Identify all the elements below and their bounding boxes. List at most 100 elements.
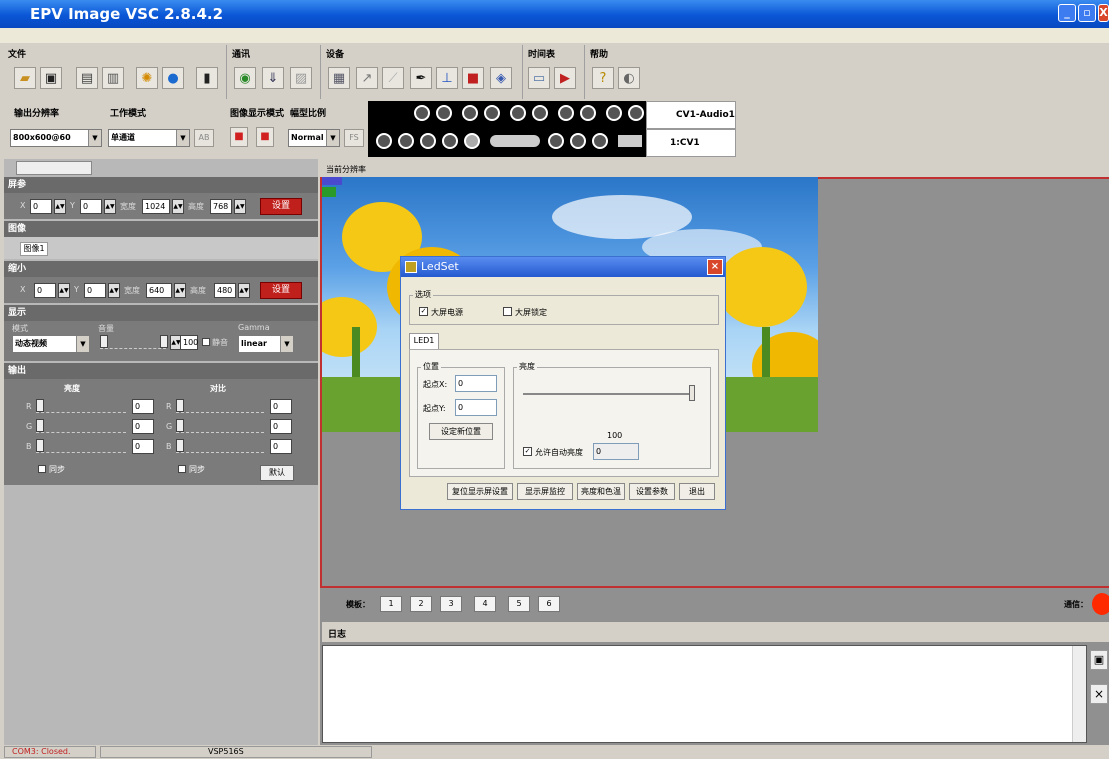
log-scrollbar[interactable]: [1072, 646, 1086, 742]
template-button-3[interactable]: 3: [440, 596, 462, 612]
contrast-sync-checkbox[interactable]: [178, 465, 186, 473]
open-icon[interactable]: ▰: [14, 67, 36, 89]
lock-checkbox[interactable]: [503, 307, 512, 316]
scale-width-input[interactable]: 640: [146, 283, 172, 298]
display-section-header: 显示: [4, 305, 318, 321]
gamma-select[interactable]: linear ▼: [238, 335, 294, 353]
screen-height-input[interactable]: 768: [210, 199, 232, 214]
image-tab-1[interactable]: 图像1: [20, 242, 48, 256]
pen-icon[interactable]: ✒: [410, 67, 432, 89]
work-mode-label: 工作模式: [110, 109, 147, 119]
save-log-icon[interactable]: ▣: [1090, 650, 1108, 670]
input-source-label: 1:CV1: [670, 138, 700, 148]
brightness-r-input[interactable]: 0: [132, 399, 154, 414]
connect-icon[interactable]: ◉: [234, 67, 256, 89]
tab-led1[interactable]: LED1: [409, 333, 439, 349]
display-mode-select[interactable]: 动态视频 ▼: [12, 335, 90, 353]
display-mode-b-icon[interactable]: ■: [256, 127, 274, 147]
save-icon[interactable]: ▣: [40, 67, 62, 89]
aspect-select[interactable]: Normal ▼: [288, 129, 340, 147]
template-button-1[interactable]: 1: [380, 596, 402, 612]
adjust-icon[interactable]: ↗: [356, 67, 378, 89]
scale-height-input[interactable]: 480: [214, 283, 236, 298]
reset-display-button[interactable]: 复位显示屏设置: [447, 483, 513, 500]
about-icon[interactable]: ◐: [618, 67, 640, 89]
minimize-button[interactable]: _: [1058, 4, 1076, 22]
mute-checkbox[interactable]: [202, 338, 210, 346]
screen-width-input[interactable]: 1024: [142, 199, 170, 214]
set-position-button[interactable]: 设定新位置: [429, 423, 493, 440]
source-strip: [368, 101, 646, 157]
default-button[interactable]: 默认: [260, 465, 294, 481]
set-params-button[interactable]: 设置参数: [629, 483, 675, 500]
log-textarea[interactable]: [322, 645, 1087, 743]
clear-log-icon[interactable]: ×: [1090, 684, 1108, 704]
template-button-4[interactable]: 4: [474, 596, 496, 612]
close-button[interactable]: X: [1098, 4, 1109, 22]
contrast-g-input[interactable]: 0: [270, 419, 292, 434]
color-icon[interactable]: ■: [462, 67, 484, 89]
scale-set-button[interactable]: 设置: [260, 282, 302, 299]
contrast-b-input[interactable]: 0: [270, 439, 292, 454]
schedule-icon[interactable]: ▭: [528, 67, 550, 89]
maximize-button[interactable]: ▫: [1078, 4, 1096, 22]
edit-icon[interactable]: ⟋: [382, 67, 404, 89]
start-y-input[interactable]: 0: [455, 399, 497, 416]
ledset-dialog: LedSet × 选项 ✓ 大屏电源 大屏锁定 LED1 位置 起点X: 0 起…: [400, 256, 726, 510]
work-mode-select[interactable]: 单通道 ▼: [108, 129, 190, 147]
exit-button[interactable]: 退出: [679, 483, 715, 500]
download-icon[interactable]: ⇓: [262, 67, 284, 89]
volume-input[interactable]: 100: [180, 335, 198, 350]
start-x-input[interactable]: 0: [455, 375, 497, 392]
title-bar: EPV Image VSC 2.8.4.2 _ ▫ X: [0, 0, 1109, 28]
power-checkbox[interactable]: ✓: [419, 307, 428, 316]
contrast-r-input[interactable]: 0: [270, 399, 292, 414]
thermometer-icon[interactable]: ⊥: [436, 67, 458, 89]
com-status: COM3: Closed.: [12, 747, 71, 756]
export-icon[interactable]: ▥: [102, 67, 124, 89]
audio-source-label: CV1-Audio1: [676, 110, 735, 120]
print-icon[interactable]: ▤: [76, 67, 98, 89]
ledset-app-icon: [405, 261, 417, 273]
screen-x-input[interactable]: 0: [30, 199, 52, 214]
scale-x-input[interactable]: 0: [34, 283, 56, 298]
status-bar: COM3: Closed. VSP516S: [0, 745, 1109, 759]
brightness-color-button[interactable]: 亮度和色温: [577, 483, 625, 500]
display-mode-label: 图像显示模式: [230, 109, 285, 119]
play-icon[interactable]: ▶: [554, 67, 576, 89]
image-section-header: 图像: [4, 221, 318, 237]
template-button-6[interactable]: 6: [538, 596, 560, 612]
template-button-5[interactable]: 5: [508, 596, 530, 612]
scale-y-input[interactable]: 0: [84, 283, 106, 298]
template-button-2[interactable]: 2: [410, 596, 432, 612]
processor-tab[interactable]: [16, 161, 92, 175]
current-resolution-label: 当前分辨率: [326, 165, 366, 174]
display-monitor-button[interactable]: 显示屏监控: [517, 483, 573, 500]
brightness-slider-track[interactable]: [523, 393, 693, 395]
upload-icon[interactable]: ▨: [290, 67, 312, 89]
settings-icon[interactable]: ✺: [136, 67, 158, 89]
exit-icon[interactable]: ▮: [196, 67, 218, 89]
fs-button[interactable]: FS: [344, 129, 364, 147]
log-header: 日志: [322, 622, 1109, 642]
screen-y-input[interactable]: 0: [80, 199, 102, 214]
shield-icon[interactable]: ◈: [490, 67, 512, 89]
screen-set-button[interactable]: 设置: [260, 198, 302, 215]
settings-row: 输出分辨率 工作模式 图像显示模式 幅型比例 800x600@60 ▼ 单通道 ▼ …: [0, 101, 1109, 159]
comm-label: 通信：: [1064, 600, 1088, 609]
ledset-close-button[interactable]: ×: [707, 259, 723, 275]
brightness-sync-checkbox[interactable]: [38, 465, 46, 473]
brightness-slider-thumb[interactable]: [689, 385, 695, 401]
brightness-b-input[interactable]: 0: [132, 439, 154, 454]
device-icon[interactable]: ▦: [328, 67, 350, 89]
menu-bar: [0, 28, 1109, 43]
globe-icon[interactable]: ●: [162, 67, 184, 89]
ab-button[interactable]: AB: [194, 129, 214, 147]
auto-brightness-checkbox[interactable]: ✓: [523, 447, 532, 456]
output-res-select[interactable]: 800x600@60 ▼: [10, 129, 102, 147]
help-icon[interactable]: ?: [592, 67, 614, 89]
brightness-g-input[interactable]: 0: [132, 419, 154, 434]
display-mode-a-icon[interactable]: ■: [230, 127, 248, 147]
scale-section-header: 缩小: [4, 261, 318, 277]
auto-brightness-input[interactable]: 0: [593, 443, 639, 460]
